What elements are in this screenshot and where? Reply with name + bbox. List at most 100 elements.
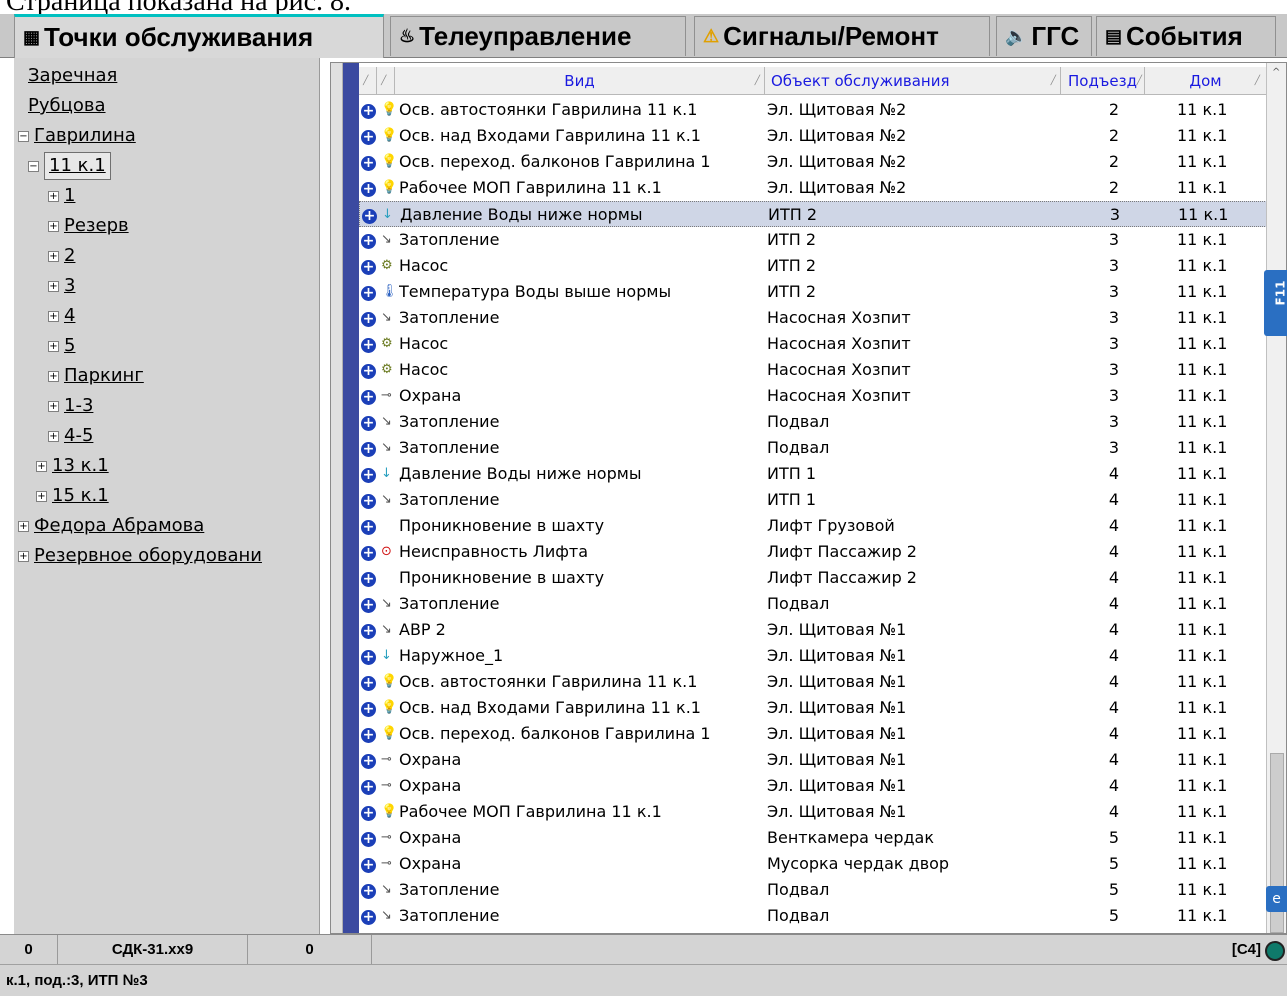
tree-item-label[interactable]: 15 к.1: [52, 482, 109, 510]
object-tree[interactable]: Заречная Рубцова − Гаврилина −11 к.1 +1 + Резер…: [14, 58, 320, 934]
expand-icon[interactable]: +: [48, 340, 59, 352]
tree-item-label[interactable]: 11 к.1: [44, 152, 111, 180]
tree-item[interactable]: + Федора Абрамова: [18, 512, 204, 540]
expand-row-cell[interactable]: +: [361, 799, 379, 825]
expand-row-cell[interactable]: +: [361, 877, 379, 903]
expand-icon[interactable]: +: [48, 280, 59, 292]
table-row[interactable]: + ↘ Затопление Подвал 3 11 к.1: [359, 435, 1269, 461]
table-row[interactable]: + ↓ Давление Воды ниже нормы ИТП 2 3 11 к.1: [359, 201, 1269, 227]
tree-item-label[interactable]: 13 к.1: [52, 452, 109, 480]
side-gadget-icon[interactable]: e: [1266, 886, 1287, 912]
table-row[interactable]: + ↓ Наружное_1 Эл. Щитовая №1 4 11 к.1: [359, 643, 1269, 669]
table-row[interactable]: + 💡 Рабочее МОП Гаврилина 11 к.1 Эл. Щитова…: [359, 175, 1269, 201]
plus-circle-icon[interactable]: +: [361, 130, 376, 145]
tree-item[interactable]: + Резерв: [48, 212, 129, 240]
plus-circle-icon[interactable]: +: [361, 676, 376, 691]
tree-item[interactable]: +3: [48, 272, 75, 300]
collapse-icon[interactable]: −: [28, 160, 39, 172]
plus-circle-icon[interactable]: +: [361, 780, 376, 795]
tree-item[interactable]: +1: [48, 182, 75, 210]
expand-row-cell[interactable]: +: [361, 149, 379, 175]
tree-item[interactable]: Рубцова: [28, 92, 106, 120]
table-row[interactable]: + ↓ Давление Воды ниже нормы ИТП 1 4 11 к.1: [359, 461, 1269, 487]
expand-icon[interactable]: +: [48, 220, 59, 232]
tree-item-label[interactable]: Гаврилина: [34, 122, 136, 150]
header-podezd[interactable]: Подъезд ╱: [1061, 67, 1145, 95]
plus-circle-icon[interactable]: +: [362, 209, 377, 224]
tree-item-label[interactable]: Резерв: [64, 212, 129, 240]
grid-vertical-scrollbar[interactable]: ^: [1266, 63, 1286, 933]
expand-row-cell[interactable]: +: [361, 123, 379, 149]
f11-side-gadget[interactable]: F11: [1264, 270, 1287, 336]
expand-row-cell[interactable]: +: [361, 643, 379, 669]
table-row[interactable]: + ↘ Затопление Подвал 5 11 к.1: [359, 877, 1269, 903]
collapse-icon[interactable]: −: [18, 130, 29, 142]
expand-row-cell[interactable]: +: [361, 513, 379, 539]
plus-circle-icon[interactable]: +: [361, 520, 376, 535]
header-icon-column[interactable]: ╱: [377, 67, 395, 95]
header-dom[interactable]: Дом ╱: [1145, 67, 1267, 95]
plus-circle-icon[interactable]: +: [361, 650, 376, 665]
tree-item[interactable]: − Гаврилина: [18, 122, 136, 150]
tree-item-label[interactable]: 1-3: [64, 392, 93, 420]
expand-row-cell[interactable]: +: [361, 487, 379, 513]
plus-circle-icon[interactable]: +: [361, 546, 376, 561]
plus-circle-icon[interactable]: +: [361, 858, 376, 873]
table-row[interactable]: + 💡 Осв. переход. балконов Гаврилина 1 Эл. …: [359, 149, 1269, 175]
tree-item[interactable]: +5: [48, 332, 75, 360]
expand-icon[interactable]: +: [48, 250, 59, 262]
table-row[interactable]: + ⊸ Охрана Венткамера чердак 5 11 к.1: [359, 825, 1269, 851]
plus-circle-icon[interactable]: +: [361, 182, 376, 197]
table-row[interactable]: + ↘ Затопление ИТП 2 3 11 к.1: [359, 227, 1269, 253]
table-row[interactable]: + 💡 Осв. над Входами Гаврилина 11 к.1 Эл. Щ…: [359, 123, 1269, 149]
expand-row-cell[interactable]: +: [361, 539, 379, 565]
tree-item[interactable]: +13 к.1: [36, 452, 109, 480]
expand-row-cell[interactable]: +: [361, 565, 379, 591]
table-row[interactable]: + ↘ Затопление Подвал 5 11 к.1: [359, 903, 1269, 929]
tree-item[interactable]: +4-5: [48, 422, 93, 450]
tree-item-label[interactable]: 3: [64, 272, 75, 300]
plus-circle-icon[interactable]: +: [361, 598, 376, 613]
tree-item[interactable]: −11 к.1: [28, 152, 111, 180]
expand-row-cell[interactable]: +: [361, 903, 379, 929]
tab-4[interactable]: ▤ События: [1096, 16, 1276, 56]
table-row[interactable]: + ⚙ Насос ИТП 2 3 11 к.1: [359, 253, 1269, 279]
tree-item-label[interactable]: Рубцова: [28, 92, 106, 120]
tree-item-label[interactable]: Паркинг: [64, 362, 144, 390]
table-row[interactable]: + ↘ АВР 2 Эл. Щитовая №1 4 11 к.1: [359, 617, 1269, 643]
tree-item-label[interactable]: 1: [64, 182, 75, 210]
expand-row-cell[interactable]: +: [361, 851, 379, 877]
header-plus-column[interactable]: ╱: [359, 67, 377, 95]
plus-circle-icon[interactable]: +: [361, 910, 376, 925]
plus-circle-icon[interactable]: +: [361, 494, 376, 509]
table-row[interactable]: + 💡 Осв. автостоянки Гаврилина 11 к.1 Эл. Щ…: [359, 669, 1269, 695]
expand-row-cell[interactable]: +: [361, 357, 379, 383]
table-row[interactable]: + 💡 Осв. переход. балконов Гаврилина 1 Эл. …: [359, 721, 1269, 747]
tab-1[interactable]: ♨ Телеуправление: [390, 16, 686, 56]
expand-row-cell[interactable]: +: [361, 409, 379, 435]
plus-circle-icon[interactable]: +: [361, 338, 376, 353]
expand-icon[interactable]: +: [18, 550, 29, 562]
plus-circle-icon[interactable]: +: [361, 702, 376, 717]
plus-circle-icon[interactable]: +: [361, 364, 376, 379]
plus-circle-icon[interactable]: +: [361, 260, 376, 275]
plus-circle-icon[interactable]: +: [361, 624, 376, 639]
plus-circle-icon[interactable]: +: [361, 442, 376, 457]
table-row[interactable]: + ⊸ Охрана Насосная Хозпит 3 11 к.1: [359, 383, 1269, 409]
expand-row-cell[interactable]: +: [361, 383, 379, 409]
table-row[interactable]: + ⊸ Охрана Эл. Щитовая №1 4 11 к.1: [359, 747, 1269, 773]
tree-item[interactable]: +15 к.1: [36, 482, 109, 510]
expand-row-cell[interactable]: +: [362, 202, 380, 228]
plus-circle-icon[interactable]: +: [361, 416, 376, 431]
expand-icon[interactable]: +: [36, 460, 47, 472]
plus-circle-icon[interactable]: +: [361, 468, 376, 483]
scroll-up-icon[interactable]: ^: [1272, 67, 1280, 78]
table-row[interactable]: + ↘ Затопление Подвал 3 11 к.1: [359, 409, 1269, 435]
expand-row-cell[interactable]: +: [361, 279, 379, 305]
plus-circle-icon[interactable]: +: [361, 832, 376, 847]
table-row[interactable]: + Проникновение в шахту Лифт Пассажир 2 4 11…: [359, 565, 1269, 591]
table-row[interactable]: + ⊙ Неисправность Лифта Лифт Пассажир 2 4 11 …: [359, 539, 1269, 565]
tree-item-label[interactable]: Заречная: [28, 62, 117, 90]
expand-icon[interactable]: +: [48, 310, 59, 322]
expand-row-cell[interactable]: +: [361, 97, 379, 123]
